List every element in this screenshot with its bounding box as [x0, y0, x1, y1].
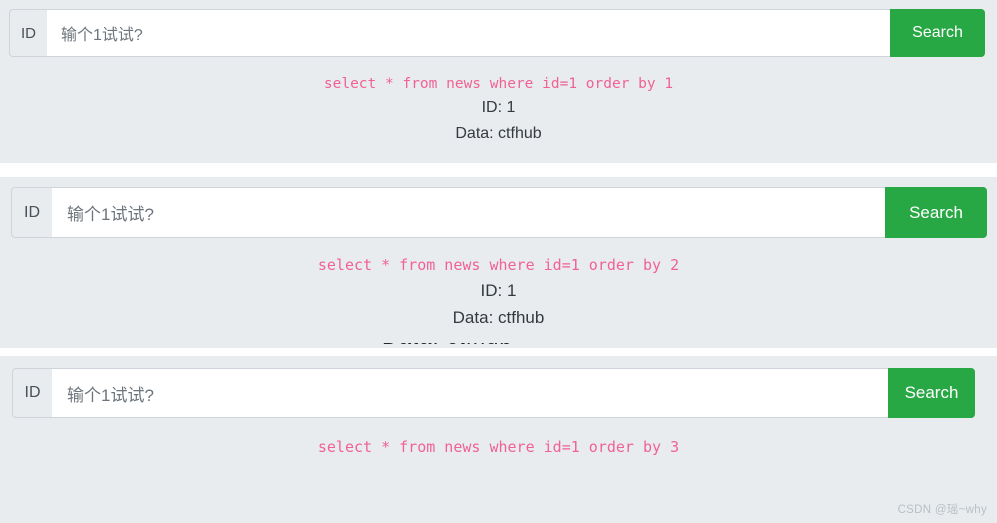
result-id-line-2: ID: 1 [480, 281, 517, 300]
id-search-input-group-1: ID 输个1试试? Search [9, 9, 985, 57]
id-search-input-3[interactable]: 输个1试试? [52, 368, 888, 418]
id-search-input-2[interactable]: 输个1试试? [52, 187, 885, 238]
id-search-input-group-2: ID 输个1试试? Search [11, 187, 987, 238]
query-result-2: select * from news where id=1 order by 2… [0, 254, 997, 331]
search-panel-2: ID 输个1试试? Search select * from news wher… [0, 177, 997, 348]
csdn-watermark: CSDN @瑶~why [897, 504, 987, 516]
input-prefix-id-1: ID [9, 9, 47, 57]
sql-query-text-2: select * from news where id=1 order by 2 [317, 256, 680, 274]
search-panel-3: ID 输个1试试? Search select * from news wher… [0, 356, 997, 523]
result-data-line-2: Data: ctfhub [452, 308, 545, 327]
input-prefix-id-3: ID [12, 368, 52, 418]
result-id-line-1: ID: 1 [481, 99, 516, 116]
id-search-input-1[interactable]: 输个1试试? [47, 9, 890, 57]
search-button-2[interactable]: Search [885, 187, 987, 238]
search-button-3[interactable]: Search [888, 368, 975, 418]
sql-query-text-1: select * from news where id=1 order by 1 [323, 76, 674, 92]
search-button-1[interactable]: Search [890, 9, 985, 57]
query-result-3: select * from news where id=1 order by 3 [0, 436, 997, 459]
sql-query-text-3: select * from news where id=1 order by 3 [317, 438, 680, 456]
input-prefix-id-2: ID [11, 187, 52, 238]
result-data-line-1: Data: ctfhub [455, 125, 542, 142]
panel-separator-2 [0, 348, 997, 356]
id-search-input-group-3: ID 输个1试试? Search [12, 368, 975, 418]
panel-separator-1 [0, 163, 997, 177]
search-panel-1: ID 输个1试试? Search select * from news wher… [0, 0, 997, 163]
query-result-1: select * from news where id=1 order by 1… [0, 73, 997, 147]
